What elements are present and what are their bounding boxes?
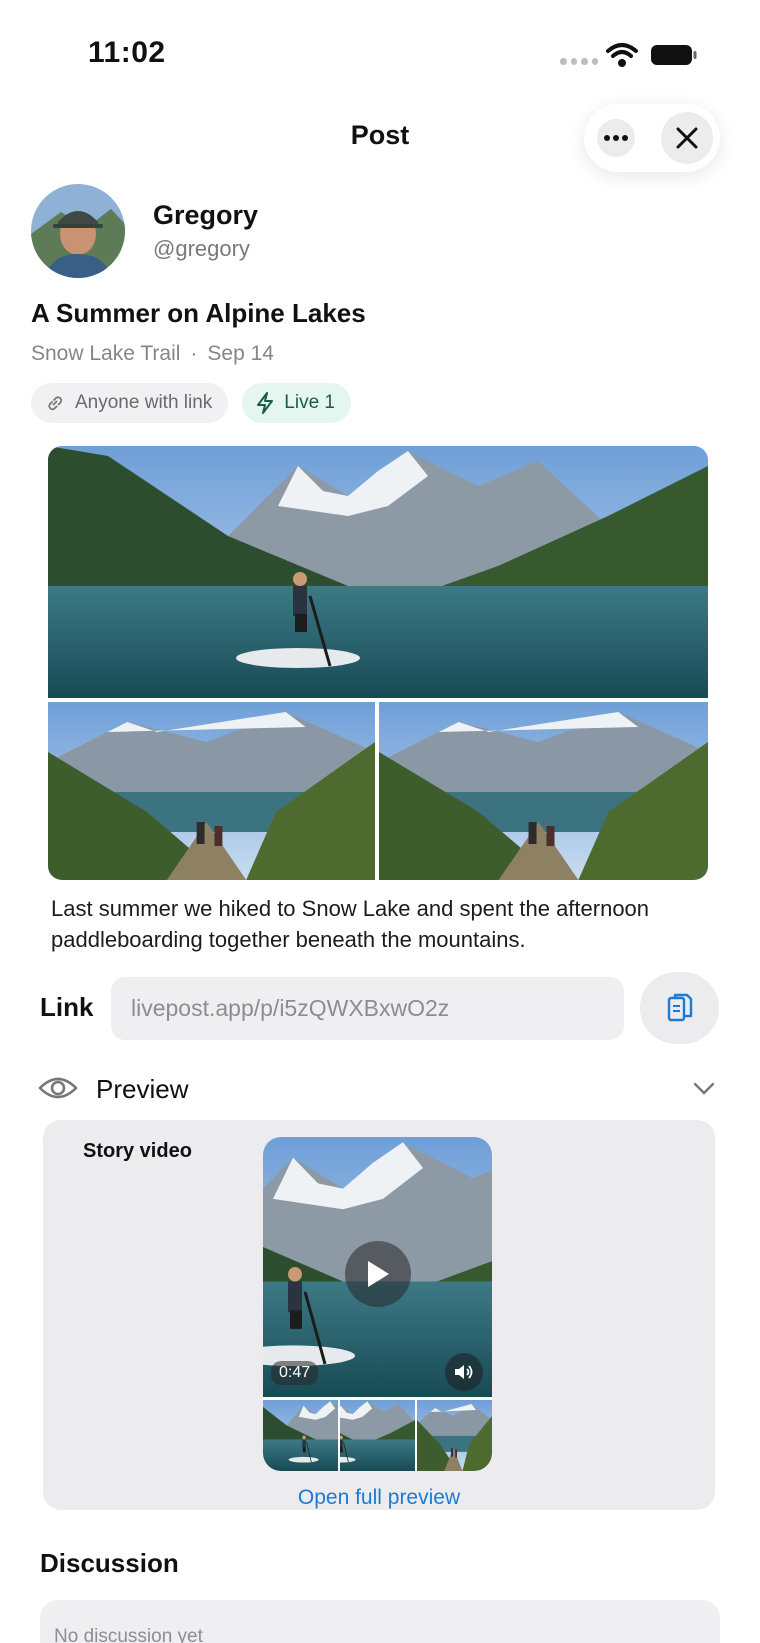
- share-visibility-label: Anyone with link: [75, 392, 213, 413]
- post-chips: Anyone with link Live 1: [31, 383, 351, 423]
- more-dots-icon: [604, 135, 628, 141]
- battery-icon: [651, 45, 697, 65]
- gallery-photo-trail-2[interactable]: [379, 702, 708, 880]
- post-caption: Last summer we hiked to Snow Lake and sp…: [51, 896, 650, 952]
- eye-icon: [38, 1077, 78, 1099]
- close-button[interactable]: [661, 112, 713, 164]
- more-button[interactable]: [597, 119, 635, 157]
- post-meta: Snow Lake Trail · Sep 14: [31, 342, 274, 366]
- author-handle: @gregory: [153, 236, 250, 261]
- preview-toggle[interactable]: Preview: [38, 1070, 720, 1110]
- status-time: 11:02: [88, 36, 166, 69]
- story-video-preview: 0:47: [263, 1137, 492, 1471]
- open-full-preview-link[interactable]: Open full preview: [43, 1486, 715, 1510]
- discussion-title: Discussion: [40, 1548, 179, 1578]
- copy-document-icon: [667, 993, 692, 1022]
- gallery-photo-trail-1[interactable]: [48, 702, 375, 880]
- photo-gallery: [48, 446, 708, 880]
- speaker-icon: [455, 1365, 473, 1379]
- post-date: Sep 14: [207, 342, 274, 365]
- header-actions: [584, 104, 720, 172]
- wifi-icon: [606, 43, 638, 67]
- live-label: Live 1: [284, 392, 335, 413]
- preview-card: Story video 0:47 Open full preview: [43, 1120, 715, 1510]
- play-button[interactable]: [345, 1241, 411, 1307]
- story-video-label: Story video: [83, 1140, 192, 1162]
- play-icon: [368, 1261, 389, 1287]
- discussion-box: No discussion yet: [40, 1600, 720, 1643]
- post-location: Snow Lake Trail: [31, 342, 181, 365]
- meta-separator: ·: [190, 342, 198, 365]
- status-bar: 11:02: [0, 0, 760, 110]
- live-chip[interactable]: Live 1: [242, 383, 351, 423]
- avatar[interactable]: [31, 184, 125, 278]
- chevron-down-icon: [693, 1082, 715, 1095]
- copy-link-button[interactable]: [640, 972, 719, 1044]
- cellular-signal-icon: [560, 58, 598, 66]
- link-label: Link: [40, 992, 94, 1022]
- close-icon: [676, 127, 698, 149]
- preview-label: Preview: [96, 1074, 189, 1104]
- share-link-field[interactable]: livepost.app/p/i5zQWXBxwO2z: [111, 977, 624, 1040]
- video-thumbnail[interactable]: [417, 1400, 492, 1471]
- video-thumbnail[interactable]: [340, 1400, 415, 1471]
- video-duration: 0:47: [271, 1361, 319, 1385]
- discussion-empty-state: No discussion yet: [54, 1626, 203, 1643]
- gallery-photo-lake[interactable]: [48, 446, 708, 698]
- post-title: A Summer on Alpine Lakes: [31, 298, 366, 328]
- author-name[interactable]: Gregory: [153, 200, 258, 231]
- volume-button[interactable]: [445, 1353, 483, 1391]
- bolt-icon: [257, 392, 274, 414]
- share-visibility-chip[interactable]: Anyone with link: [31, 383, 229, 423]
- link-icon: [48, 396, 63, 411]
- share-link-value: livepost.app/p/i5zQWXBxwO2z: [131, 995, 450, 1021]
- video-thumbnail[interactable]: [263, 1400, 338, 1471]
